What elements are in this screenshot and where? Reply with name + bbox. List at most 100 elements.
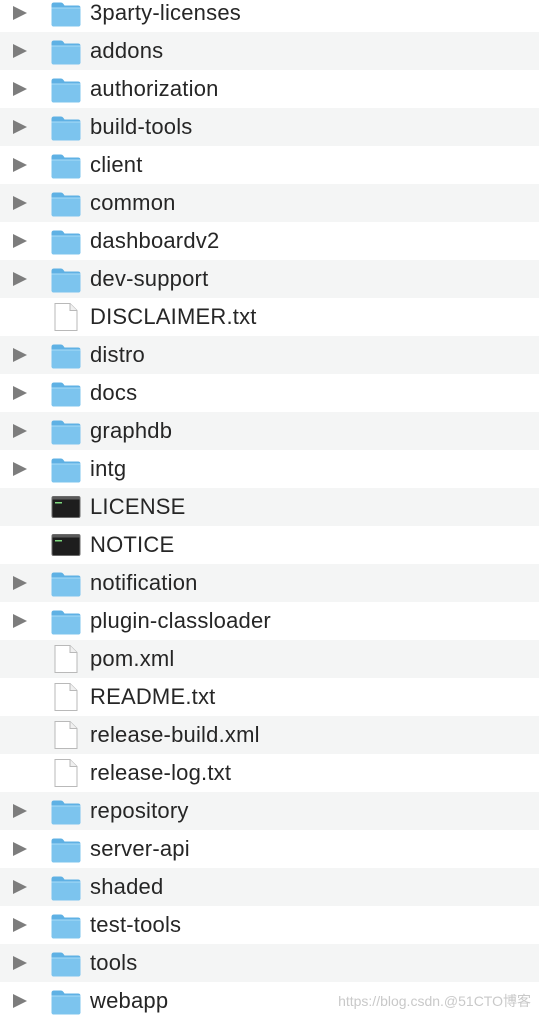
item-name: release-build.xml (90, 722, 260, 747)
list-item[interactable]: docs (0, 374, 539, 412)
disclosure-triangle-icon[interactable] (13, 842, 27, 856)
disclosure-triangle-icon[interactable] (13, 6, 27, 20)
list-item[interactable]: build-tools (0, 108, 539, 146)
document-icon (50, 302, 82, 332)
list-item[interactable]: release-log.txt (0, 754, 539, 792)
item-name: server-api (90, 836, 190, 861)
item-name: tools (90, 950, 138, 975)
folder-icon (50, 454, 82, 484)
disclosure-triangle-icon[interactable] (13, 44, 27, 58)
disclosure-triangle-icon[interactable] (13, 158, 27, 172)
folder-icon (50, 796, 82, 826)
item-name: NOTICE (90, 532, 175, 557)
item-name: release-log.txt (90, 760, 232, 785)
disclosure-triangle-icon[interactable] (13, 462, 27, 476)
folder-icon (50, 568, 82, 598)
disclosure-triangle-icon[interactable] (13, 918, 27, 932)
list-item[interactable]: authorization (0, 70, 539, 108)
item-name: webapp (90, 988, 169, 1013)
item-name: authorization (90, 76, 219, 101)
disclosure-triangle-icon[interactable] (13, 424, 27, 438)
file-list: 3party-licenses addons authorization build-… (0, 0, 539, 1020)
list-item[interactable]: shaded (0, 868, 539, 906)
folder-icon (50, 910, 82, 940)
item-name: shaded (90, 874, 164, 899)
document-icon (50, 682, 82, 712)
item-name: dev-support (90, 266, 209, 291)
item-name: intg (90, 456, 127, 481)
item-name: docs (90, 380, 138, 405)
disclosure-triangle-icon[interactable] (13, 196, 27, 210)
item-name: README.txt (90, 684, 216, 709)
folder-icon (50, 606, 82, 636)
list-item[interactable]: tools (0, 944, 539, 982)
list-item[interactable]: LICENSE (0, 488, 539, 526)
list-item[interactable]: client (0, 146, 539, 184)
list-item[interactable]: repository (0, 792, 539, 830)
list-item[interactable]: distro (0, 336, 539, 374)
disclosure-triangle-icon[interactable] (13, 880, 27, 894)
item-name: notification (90, 570, 198, 595)
disclosure-triangle-icon[interactable] (13, 614, 27, 628)
folder-icon (50, 340, 82, 370)
list-item[interactable]: notification (0, 564, 539, 602)
disclosure-triangle-icon[interactable] (13, 120, 27, 134)
disclosure-triangle-icon[interactable] (13, 576, 27, 590)
disclosure-triangle-icon[interactable] (13, 348, 27, 362)
terminal-icon (50, 530, 82, 560)
list-item[interactable]: NOTICE (0, 526, 539, 564)
item-name: DISCLAIMER.txt (90, 304, 257, 329)
list-item[interactable]: dashboardv2 (0, 222, 539, 260)
list-item[interactable]: 3party-licenses (0, 0, 539, 32)
list-item[interactable]: DISCLAIMER.txt (0, 298, 539, 336)
folder-icon (50, 416, 82, 446)
terminal-icon (50, 492, 82, 522)
folder-icon (50, 150, 82, 180)
list-item[interactable]: release-build.xml (0, 716, 539, 754)
item-name: common (90, 190, 176, 215)
disclosure-triangle-icon[interactable] (13, 234, 27, 248)
item-name: build-tools (90, 114, 193, 139)
disclosure-triangle-icon[interactable] (13, 804, 27, 818)
list-item[interactable]: plugin-classloader (0, 602, 539, 640)
list-item[interactable]: dev-support (0, 260, 539, 298)
folder-icon (50, 834, 82, 864)
list-item[interactable]: pom.xml (0, 640, 539, 678)
folder-icon (50, 226, 82, 256)
item-name: LICENSE (90, 494, 186, 519)
disclosure-triangle-icon[interactable] (13, 956, 27, 970)
item-name: distro (90, 342, 145, 367)
item-name: 3party-licenses (90, 0, 241, 25)
folder-icon (50, 112, 82, 142)
item-name: dashboardv2 (90, 228, 220, 253)
item-name: plugin-classloader (90, 608, 271, 633)
disclosure-triangle-icon[interactable] (13, 82, 27, 96)
list-item[interactable]: addons (0, 32, 539, 70)
disclosure-triangle-icon[interactable] (13, 272, 27, 286)
list-item[interactable]: common (0, 184, 539, 222)
folder-icon (50, 74, 82, 104)
list-item[interactable]: README.txt (0, 678, 539, 716)
disclosure-triangle-icon[interactable] (13, 386, 27, 400)
item-name: graphdb (90, 418, 173, 443)
folder-icon (50, 378, 82, 408)
folder-icon (50, 188, 82, 218)
folder-icon (50, 986, 82, 1016)
document-icon (50, 758, 82, 788)
folder-icon (50, 872, 82, 902)
item-name: client (90, 152, 143, 177)
watermark: https://blog.csdn.@51CTO博客 (338, 993, 531, 1009)
disclosure-triangle-icon[interactable] (13, 994, 27, 1008)
item-name: repository (90, 798, 189, 823)
folder-icon (50, 36, 82, 66)
list-item[interactable]: test-tools (0, 906, 539, 944)
folder-icon (50, 0, 82, 28)
item-name: test-tools (90, 912, 182, 937)
list-item[interactable]: intg (0, 450, 539, 488)
document-icon (50, 720, 82, 750)
item-name: pom.xml (90, 646, 175, 671)
item-name: addons (90, 38, 164, 63)
list-item[interactable]: server-api (0, 830, 539, 868)
document-icon (50, 644, 82, 674)
list-item[interactable]: graphdb (0, 412, 539, 450)
